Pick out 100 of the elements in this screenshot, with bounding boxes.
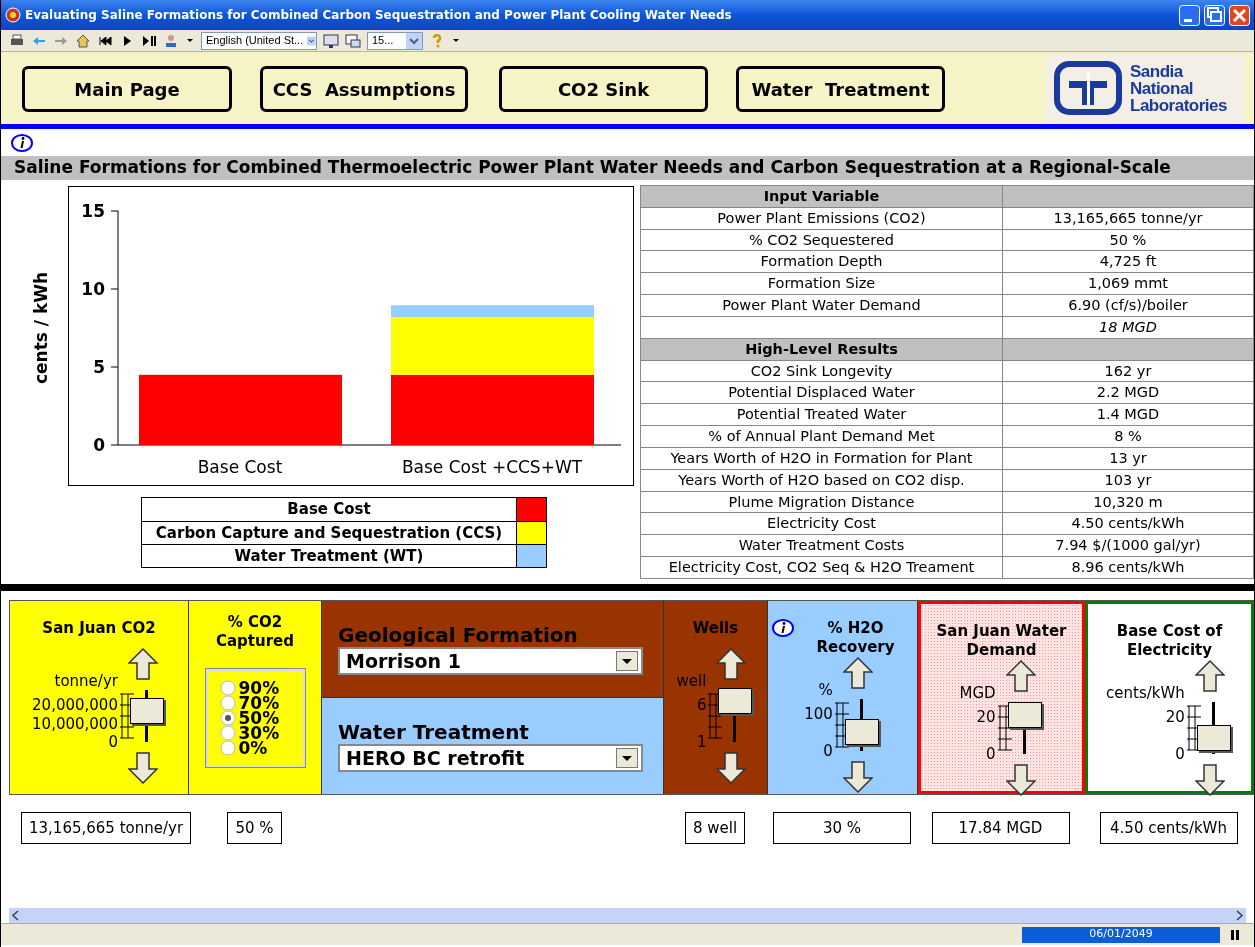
maximize-icon[interactable] <box>1204 4 1225 26</box>
slider-thumb[interactable] <box>129 697 164 724</box>
minimize-icon[interactable] <box>1179 4 1200 26</box>
tick-label: 20 <box>976 710 996 725</box>
value-display: 50 % <box>227 812 282 844</box>
up-arrow-icon[interactable] <box>716 648 747 680</box>
value-display: 30 % <box>773 812 911 844</box>
table-cell: Power Plant Emissions (CO2) <box>641 207 1003 229</box>
tick-label: 0 <box>108 735 118 750</box>
thunderbird-logo-icon <box>1054 61 1122 115</box>
nav-button[interactable]: Main Page <box>22 66 232 112</box>
tick-label: 1 <box>696 735 707 750</box>
category-label: Base Cost <box>197 457 283 477</box>
table-cell: Years Worth of H2O in Formation for Plant <box>641 447 1003 469</box>
table-cell-text: 13 yr <box>1108 448 1148 468</box>
zoom-dropdown[interactable]: 15... <box>367 31 423 50</box>
person-icon[interactable] <box>163 32 179 49</box>
table-cell: Potential Displaced Water <box>641 382 1003 404</box>
down-arrow-icon[interactable] <box>1194 764 1225 796</box>
tick-label: 6 <box>696 698 707 713</box>
logo-text: Laboratories <box>1130 96 1227 114</box>
panel-title: San Juan CO2 <box>42 619 156 638</box>
window-icon[interactable] <box>345 32 361 49</box>
table-header: Input Variable <box>641 186 1003 207</box>
slider-thumb[interactable] <box>1007 701 1042 728</box>
table-cell: Electricity Cost, CO2 Seq & H2O Treament <box>641 557 1003 578</box>
radio-option[interactable]: 70% <box>219 695 303 711</box>
value-display: 8 well <box>684 812 746 844</box>
tick-label: 10,000,000 <box>32 716 118 732</box>
panel-title: San Juan Water Demand <box>935 622 1068 660</box>
tick-label: 10 <box>81 279 105 299</box>
down-arrow-icon[interactable] <box>127 752 158 784</box>
logo-text: National <box>1130 79 1195 97</box>
slider-thumb[interactable] <box>718 687 753 714</box>
section-title: Water Treatment <box>338 720 530 744</box>
table-cell-text: 6.90 (cf/s)/boiler <box>1067 296 1189 316</box>
radio-button[interactable] <box>219 725 236 741</box>
radio-button[interactable] <box>219 680 236 696</box>
unit-label: well <box>676 670 707 692</box>
logo-text: Sandia <box>1130 62 1185 80</box>
table-cell: Plume Migration Distance <box>641 491 1003 513</box>
slider-thumb[interactable] <box>844 718 879 745</box>
tick-label: 100 <box>804 707 833 722</box>
table-cell: Formation Size <box>641 273 1003 295</box>
radio-option[interactable]: 90% <box>219 680 303 696</box>
table-cell-text: 10,320 m <box>1092 492 1164 512</box>
panel-title: % CO2 Captured <box>215 613 295 651</box>
down-arrow-icon[interactable] <box>716 752 747 784</box>
up-arrow-icon[interactable] <box>1194 660 1225 692</box>
nav-button[interactable]: CCS Assumptions <box>260 66 468 112</box>
radio-option[interactable]: 30% <box>219 725 303 741</box>
date-display: 06/01/2049 <box>1022 926 1220 943</box>
tick-label: 15 <box>81 201 105 221</box>
language-dropdown[interactable]: English (United St... <box>201 31 317 50</box>
down-arrow-icon[interactable] <box>1005 764 1036 796</box>
dropdown-field[interactable]: HERO BC retrofit <box>338 744 643 772</box>
nav-button[interactable]: Water Treatment <box>736 66 945 112</box>
table-cell: Potential Treated Water <box>641 404 1003 426</box>
table-cell: Electricity Cost <box>641 513 1003 535</box>
nav-button[interactable]: CO2 Sink <box>499 66 708 112</box>
unit-label: % <box>818 679 833 701</box>
dropdown-field[interactable]: Morrison 1 <box>338 647 643 675</box>
tick-label: 0 <box>823 744 833 759</box>
tick-label: 0 <box>1175 747 1185 762</box>
table-cell-text: 162 yr <box>1103 361 1153 381</box>
value-display: 4.50 cents/kWh <box>1099 812 1238 844</box>
panel-title: Base Cost of Electricity <box>1115 622 1224 660</box>
table-cell: Water Treatment Costs <box>641 535 1003 557</box>
monitor-icon[interactable] <box>323 32 339 49</box>
down-arrow-icon[interactable] <box>842 761 873 793</box>
table-cell-text: 1.4 MGD <box>1095 405 1161 425</box>
radio-button[interactable] <box>219 740 236 756</box>
up-arrow-icon[interactable] <box>842 657 873 689</box>
window-title: Evaluating Saline Formations for Combined Carbon Sequestration and Power Plant Cooling Water Needs <box>25 7 733 24</box>
close-icon[interactable] <box>1229 4 1250 26</box>
tick-label: 0 <box>986 747 996 762</box>
slider-thumb[interactable] <box>1196 724 1231 751</box>
info-icon[interactable] <box>772 619 794 637</box>
radio-option[interactable]: 50% <box>219 710 303 726</box>
home-icon[interactable] <box>75 32 91 49</box>
radio-option[interactable]: 0% <box>219 740 303 756</box>
unit-label: MGD <box>959 682 996 704</box>
table-cell-text: 8.96 cents/kWh <box>1070 558 1186 577</box>
table-header: High-Level Results <box>641 338 1003 360</box>
up-arrow-icon[interactable] <box>1005 660 1036 692</box>
info-icon[interactable] <box>11 133 33 152</box>
table-cell-text: 8 % <box>1113 427 1143 446</box>
table-cell-text: 103 yr <box>1103 470 1153 490</box>
unit-label: tonne/yr <box>54 670 118 692</box>
horizontal-scrollbar[interactable] <box>9 908 1246 923</box>
table-cell-text: 50 % <box>1108 230 1148 250</box>
radio-button[interactable] <box>219 710 236 726</box>
section-title: Geological Formation <box>338 623 579 647</box>
table-cell-text: 13,165,665 tonne/yr <box>1052 208 1204 228</box>
radio-button[interactable] <box>219 695 236 711</box>
up-arrow-icon[interactable] <box>127 648 158 680</box>
pause-icon[interactable] <box>1230 927 1240 942</box>
table-cell-text: 4,725 ft <box>1098 252 1158 272</box>
axis-label: cents / kWh <box>31 271 51 385</box>
category-label: Base Cost +CCS+WT <box>401 457 583 477</box>
